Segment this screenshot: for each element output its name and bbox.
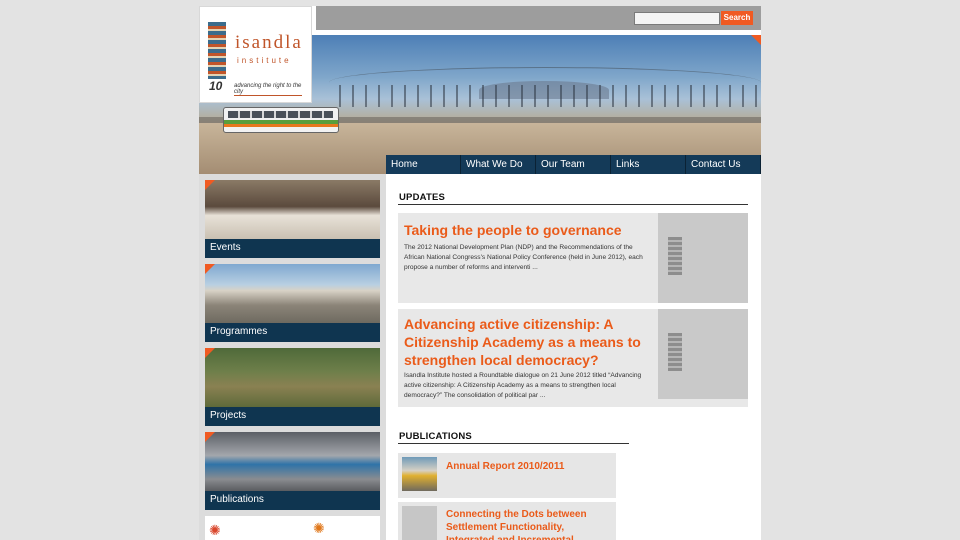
publication-thumbnail — [402, 506, 437, 540]
publications-divider — [398, 443, 629, 444]
tile-corner-accent — [205, 348, 215, 358]
nav-item-contact-us[interactable]: Contact Us — [686, 155, 761, 174]
publication-title[interactable]: Connecting the Dots between Settlement F… — [446, 508, 612, 540]
logo-anniversary: 10 — [209, 79, 223, 93]
hero-corner-accent — [751, 35, 761, 45]
publications-heading: PUBLICATIONS — [399, 431, 472, 442]
isandla-mark-icon — [668, 237, 682, 275]
publication-item[interactable]: Annual Report 2010/2011 — [398, 453, 616, 498]
updates-divider — [398, 204, 748, 205]
tile-corner-accent — [205, 432, 215, 442]
nav-item-links[interactable]: Links — [611, 155, 686, 174]
update-thumbnail[interactable] — [658, 213, 748, 303]
sidebar-tile-label: Publications — [210, 494, 264, 505]
events-image — [205, 180, 380, 239]
logo-name: isandla — [235, 32, 303, 53]
sidebar-tile-events[interactable]: Events — [205, 180, 380, 258]
update-card[interactable]: Taking the people to governance The 2012… — [398, 213, 748, 303]
projects-image — [205, 348, 380, 407]
sidebar: Events Programmes Projects Publications … — [199, 174, 386, 540]
programmes-image — [205, 264, 380, 323]
publication-thumbnail — [402, 457, 437, 491]
sidebar-tile-projects[interactable]: Projects — [205, 348, 380, 426]
sidebar-tile-label: Events — [210, 242, 241, 253]
search-input[interactable] — [634, 12, 720, 25]
update-card[interactable]: Advancing active citizenship: A Citizens… — [398, 309, 748, 407]
page-container: Search isandla institute 10 advancing th… — [199, 6, 761, 540]
sidebar-tile-publications[interactable]: Publications — [205, 432, 380, 510]
sidebar-tile-programmes[interactable]: Programmes — [205, 264, 380, 342]
main-content: UPDATES Taking the people to governance … — [386, 174, 761, 540]
update-title[interactable]: Taking the people to governance — [404, 221, 652, 239]
isandla-mark-icon — [668, 333, 682, 371]
partner-logos[interactable]: ✺ ✺ — [205, 516, 380, 540]
nav-item-home[interactable]: Home — [386, 155, 461, 174]
top-bar: Search — [316, 6, 761, 30]
nav-item-what-we-do[interactable]: What We Do — [461, 155, 536, 174]
bus — [223, 107, 339, 133]
site-logo[interactable]: isandla institute 10 advancing the right… — [199, 6, 312, 103]
logo-tagline: advancing the right to the city — [234, 83, 302, 96]
update-excerpt: The 2012 National Development Plan (NDP)… — [404, 244, 643, 271]
logo-subname: institute — [237, 56, 292, 65]
publication-title[interactable]: Annual Report 2010/2011 — [446, 460, 612, 473]
updates-heading: UPDATES — [399, 192, 446, 203]
partner-logo-2-icon: ✺ — [313, 520, 325, 536]
update-title[interactable]: Advancing active citizenship: A Citizens… — [404, 315, 652, 369]
sidebar-tile-label: Programmes — [210, 326, 268, 337]
update-thumbnail[interactable] — [658, 309, 748, 399]
update-excerpt: Isandla Institute hosted a Roundtable di… — [404, 372, 642, 399]
main-nav: Home What We Do Our Team Links Contact U… — [386, 155, 761, 174]
nav-item-our-team[interactable]: Our Team — [536, 155, 611, 174]
logo-mark-icon — [208, 22, 226, 79]
partner-logo-1-icon: ✺ — [209, 522, 221, 538]
bus-windows — [228, 111, 333, 118]
sidebar-tile-label: Projects — [210, 410, 247, 421]
publications-image — [205, 432, 380, 491]
tile-corner-accent — [205, 180, 215, 190]
search-button[interactable]: Search — [721, 11, 753, 25]
tile-corner-accent — [205, 264, 215, 274]
fence — [339, 85, 761, 107]
bus-stripe-orange — [224, 124, 338, 127]
publication-item[interactable]: Connecting the Dots between Settlement F… — [398, 502, 616, 540]
